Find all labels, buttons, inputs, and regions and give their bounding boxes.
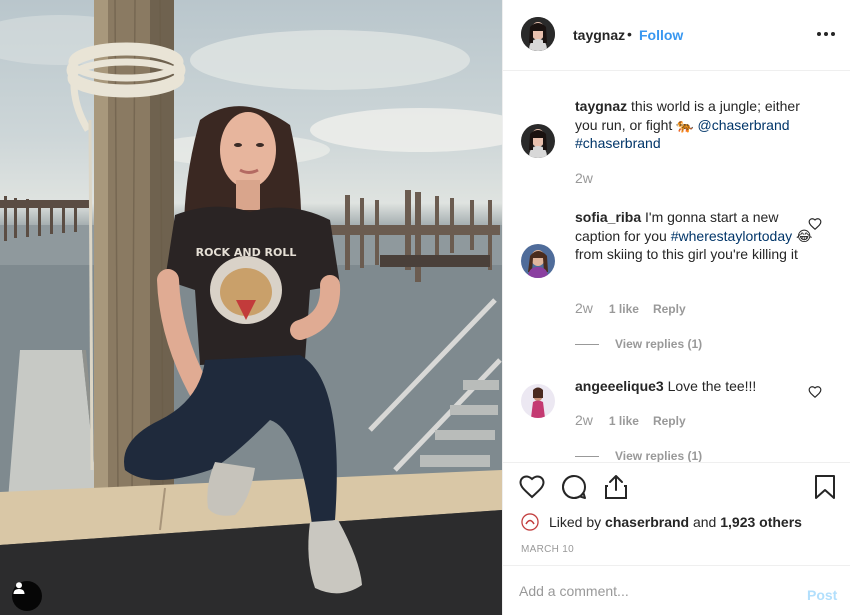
- post-comment-button[interactable]: Post: [807, 587, 837, 603]
- caption-text: taygnaz this world is a jungle; either y…: [575, 97, 815, 153]
- like-comment-heart-icon[interactable]: [808, 217, 822, 231]
- comments-list[interactable]: taygnaz this world is a jungle; either y…: [503, 72, 850, 462]
- avatar-image: [521, 17, 555, 51]
- post-date[interactable]: MARCH 10: [521, 544, 574, 555]
- comment-text: angeeelique3 Love the tee!!!: [575, 377, 815, 396]
- share-icon[interactable]: [602, 473, 630, 501]
- bookmark-icon[interactable]: [811, 473, 839, 501]
- avatar-image: [521, 244, 555, 278]
- tiger-emoji: 🐅: [676, 116, 694, 133]
- more-options-button[interactable]: [813, 22, 839, 46]
- liker-avatar: [521, 513, 539, 531]
- comment-likes[interactable]: 1 like: [609, 414, 639, 428]
- caption-mention[interactable]: @chaserbrand: [698, 117, 790, 133]
- view-replies-line: [575, 343, 599, 345]
- comment-icon[interactable]: [560, 473, 588, 501]
- liked-by-user[interactable]: chaserbrand: [605, 514, 689, 530]
- liked-by-others[interactable]: 1,923 others: [720, 514, 802, 530]
- comment-body: Love the tee!!!: [667, 378, 757, 394]
- comment-age[interactable]: 2w: [575, 300, 593, 316]
- comment-username[interactable]: angeeelique3: [575, 378, 664, 394]
- more-horizontal-icon: [817, 32, 835, 36]
- comment-text: sofia_riba I'm gonna start a new caption…: [575, 208, 815, 264]
- photo-illustration: ROCK AND ROLL: [0, 0, 502, 615]
- comment-meta: 2w 1 like Reply: [575, 300, 686, 316]
- follow-button[interactable]: Follow: [639, 27, 683, 43]
- commenter-avatar[interactable]: [521, 244, 555, 278]
- user-icon: [13, 582, 25, 594]
- header-separator: •: [627, 26, 632, 42]
- comment-meta: 2w 1 like Reply: [575, 412, 686, 428]
- svg-text:ROCK AND ROLL: ROCK AND ROLL: [196, 246, 297, 259]
- liked-by-prefix: Liked by: [549, 514, 602, 530]
- post-header: taygnaz • Follow: [503, 0, 850, 71]
- author-avatar[interactable]: [521, 17, 555, 51]
- like-comment-heart-icon[interactable]: [808, 385, 822, 399]
- reply-button[interactable]: Reply: [653, 302, 686, 316]
- caption-author-avatar[interactable]: [521, 124, 555, 158]
- post-side-panel: taygnaz • Follow taygnaz this world is a…: [502, 0, 850, 615]
- chaserbrand-logo: [521, 513, 539, 531]
- reply-button[interactable]: Reply: [653, 414, 686, 428]
- view-replies-label: View replies (1): [615, 337, 703, 351]
- tagged-users-button[interactable]: [12, 581, 42, 611]
- caption-age[interactable]: 2w: [575, 170, 593, 186]
- caption-hashtag[interactable]: #chaserbrand: [575, 135, 661, 151]
- liked-by-row[interactable]: Liked by chaserbrand and 1,923 others: [521, 513, 802, 531]
- heart-icon[interactable]: [518, 473, 546, 501]
- view-replies-button[interactable]: View replies (1): [575, 449, 702, 462]
- view-replies-line: [575, 455, 599, 457]
- comment-hashtag[interactable]: #wherestaylortoday: [671, 228, 792, 244]
- view-replies-label: View replies (1): [615, 449, 703, 462]
- add-comment-input[interactable]: [519, 579, 789, 603]
- avatar-image: [521, 124, 555, 158]
- post-photo[interactable]: ROCK AND ROLL: [0, 0, 502, 615]
- comment-username[interactable]: sofia_riba: [575, 209, 641, 225]
- view-replies-button[interactable]: View replies (1): [575, 337, 702, 351]
- comment-age[interactable]: 2w: [575, 412, 593, 428]
- avatar-image: [521, 384, 555, 418]
- commenter-avatar[interactable]: [521, 384, 555, 418]
- caption-meta: 2w: [575, 170, 609, 186]
- author-username[interactable]: taygnaz: [573, 27, 625, 43]
- add-comment-bar: Post: [503, 565, 850, 615]
- liked-by-connector: and: [692, 514, 717, 530]
- post-actions: Liked by chaserbrand and 1,923 others MA…: [503, 462, 850, 565]
- comment-likes[interactable]: 1 like: [609, 302, 639, 316]
- caption-username[interactable]: taygnaz: [575, 98, 627, 114]
- comment-body-continued: from skiing to this girl you're killing …: [575, 246, 798, 262]
